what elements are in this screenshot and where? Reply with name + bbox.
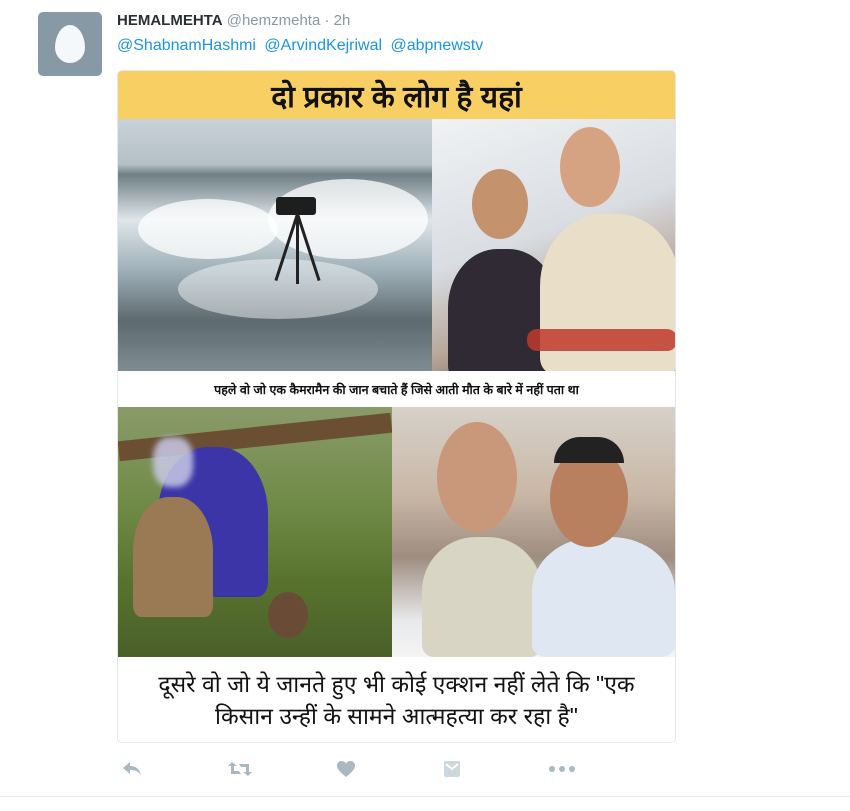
heart-icon xyxy=(337,761,355,777)
separator-dot: · xyxy=(324,12,330,29)
caption-bottom-line2: किसान उन्हीं के सामने आत्महत्या कर रहा ह… xyxy=(215,702,578,729)
timestamp[interactable]: 2h xyxy=(334,12,351,29)
tweet-header: HEMALMEHTA @hemzmehta · 2h xyxy=(117,12,350,29)
egg-avatar-icon xyxy=(55,25,85,63)
author-handle[interactable]: @hemzmehta xyxy=(227,12,321,29)
more-icon xyxy=(549,766,575,772)
tweet-actions xyxy=(117,757,597,783)
direct-message-button[interactable] xyxy=(437,757,467,781)
retweet-button[interactable] xyxy=(225,757,255,781)
caption-bottom-line1: दूसरे वो जो ये जानते हुए भी कोई एक्शन नह… xyxy=(158,670,635,697)
tweet: HEMALMEHTA @hemzmehta · 2h @ShabnamHashm… xyxy=(0,0,850,811)
author-name[interactable]: HEMALMEHTA xyxy=(117,12,223,29)
direct-message-icon xyxy=(444,761,460,777)
mention-link[interactable]: @ShabnamHashmi xyxy=(117,37,256,54)
retweet-icon xyxy=(228,762,252,776)
caption-top: पहले वो जो एक कैमरामैन की जान बचाते हैं … xyxy=(118,371,675,407)
caption-bottom: दूसरे वो जो ये जानते हुए भी कोई एक्शन नह… xyxy=(118,657,675,742)
more-button[interactable] xyxy=(547,757,577,781)
divider xyxy=(0,796,850,797)
meme-title: दो प्रकार के लोग है यहां xyxy=(118,71,675,119)
photo-politicians-waving xyxy=(432,119,675,371)
avatar[interactable] xyxy=(38,12,102,76)
like-button[interactable] xyxy=(331,757,361,781)
mention-link[interactable]: @ArvindKejriwal xyxy=(264,37,382,54)
reply-icon xyxy=(123,762,141,776)
photo-tree-rescue xyxy=(118,407,392,657)
photo-politicians-talking xyxy=(392,407,675,657)
tweet-media-image[interactable]: दो प्रकार के लोग है यहां पहले वो जो एक क… xyxy=(117,70,676,743)
mention-link[interactable]: @abpnewstv xyxy=(390,37,483,54)
photo-cameraman-waves xyxy=(118,119,432,371)
tweet-text: @ShabnamHashmi @ArvindKejriwal @abpnewst… xyxy=(117,37,487,55)
reply-button[interactable] xyxy=(117,757,147,781)
